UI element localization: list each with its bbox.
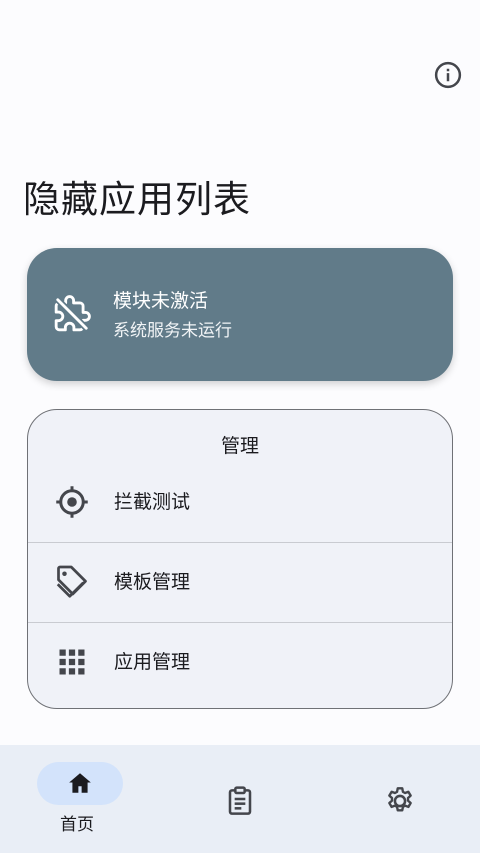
- manage-card: 管理 拦截测试 模板管理 应用管理: [27, 409, 453, 709]
- manage-item-template-manage[interactable]: 模板管理: [28, 542, 452, 622]
- clipboard-icon: [228, 786, 252, 815]
- nav-label-home: 首页: [60, 815, 94, 835]
- extension-off-icon: [54, 295, 91, 332]
- tag-icon: [53, 563, 91, 601]
- manage-item-label: 拦截测试: [114, 491, 191, 513]
- nav-item-settings[interactable]: [340, 745, 460, 853]
- manage-item-label: 应用管理: [114, 651, 191, 673]
- manage-header: 管理: [220, 435, 259, 457]
- info-icon: [434, 61, 462, 89]
- status-title: 模块未激活: [113, 290, 209, 312]
- manage-item-intercept-test[interactable]: 拦截测试: [28, 462, 452, 542]
- about-button[interactable]: [431, 58, 465, 92]
- bottom-navigation: 首页: [0, 745, 480, 853]
- settings-icon: [388, 787, 412, 812]
- manage-item-label: 模板管理: [114, 571, 191, 593]
- home-icon: [69, 773, 91, 793]
- nav-item-home[interactable]: 首页: [0, 745, 123, 853]
- page-title: 隐藏应用列表: [23, 178, 251, 221]
- screen: 隐藏应用列表 模块未激活 系统服务未运行 管理 拦截测试 模板管理 应用管理 首…: [0, 0, 480, 853]
- apps-grid-icon: [53, 643, 91, 681]
- manage-item-app-manage[interactable]: 应用管理: [28, 622, 452, 702]
- target-icon: [53, 483, 91, 521]
- status-subtitle: 系统服务未运行: [113, 321, 232, 341]
- nav-item-logs[interactable]: [180, 745, 300, 853]
